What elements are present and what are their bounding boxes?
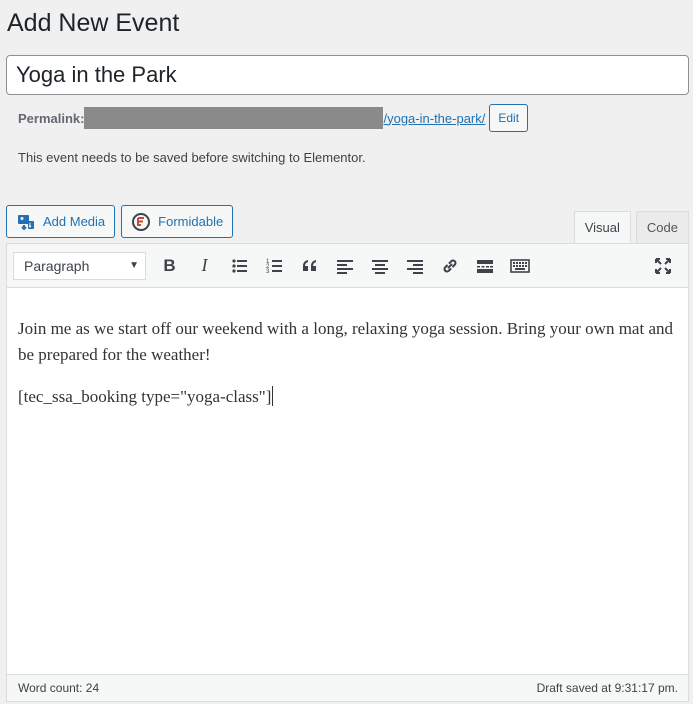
word-count: Word count: 24: [18, 681, 100, 695]
numbered-list-button[interactable]: 1 2 3: [257, 251, 292, 281]
toolbar-toggle-icon: [509, 258, 530, 273]
media-buttons: Add Media Formidable: [6, 205, 234, 238]
formidable-button[interactable]: Formidable: [121, 205, 234, 238]
permalink-slug-link[interactable]: /yoga-in-the-park/: [383, 111, 485, 126]
shortcode-text: [tec_ssa_booking type="yoga-class"]: [18, 387, 272, 406]
post-title-input[interactable]: Yoga in the Park: [6, 55, 689, 95]
elementor-notice: This event needs to be saved before swit…: [18, 150, 366, 165]
format-select-value: Paragraph: [24, 257, 90, 274]
blockquote-icon: [302, 259, 316, 271]
tab-visual[interactable]: Visual: [573, 211, 631, 243]
numbered-list-icon: 1 2 3: [266, 259, 282, 275]
fullscreen-icon: [654, 258, 671, 274]
read-more-button[interactable]: [467, 251, 502, 281]
add-media-icon: [16, 212, 36, 232]
content-paragraph: Join me as we start off our weekend with…: [18, 319, 673, 364]
add-media-button[interactable]: Add Media: [6, 205, 116, 238]
draft-saved-status: Draft saved at 9:31:17 pm.: [536, 681, 678, 695]
align-left-icon: [336, 259, 353, 274]
italic-icon: I: [201, 255, 208, 275]
add-media-label: Add Media: [43, 214, 106, 229]
align-right-icon: [406, 259, 423, 274]
editor-toolbar: Paragraph ▼ B I 1 2 3: [7, 244, 688, 288]
permalink-row: Permalink: /yoga-in-the-park/ Edit: [18, 104, 529, 132]
page-title: Add New Event: [7, 9, 180, 37]
text-caret: [272, 386, 274, 406]
align-center-button[interactable]: [362, 251, 397, 281]
formidable-icon: [131, 212, 151, 232]
permalink-label: Permalink:: [18, 110, 85, 126]
bullet-list-icon: [231, 258, 247, 273]
tab-code[interactable]: Code: [635, 211, 689, 243]
svg-text:3: 3: [266, 269, 270, 275]
permalink-edit-button[interactable]: Edit: [489, 104, 529, 132]
formidable-label: Formidable: [158, 214, 224, 229]
editor-content[interactable]: Join me as we start off our weekend with…: [7, 288, 688, 410]
content-shortcode: [tec_ssa_booking type="yoga-class"]: [18, 384, 677, 410]
editor-statusbar: Word count: 24 Draft saved at 9:31:17 pm…: [7, 674, 688, 701]
link-icon: [443, 259, 456, 272]
align-right-button[interactable]: [397, 251, 432, 281]
italic-button[interactable]: I: [187, 251, 222, 281]
bold-button[interactable]: B: [152, 251, 187, 281]
chevron-down-icon: ▼: [129, 260, 139, 271]
toolbar-toggle-button[interactable]: [502, 251, 537, 281]
fullscreen-button[interactable]: [645, 251, 680, 281]
bold-icon: B: [163, 255, 176, 275]
editor-tabs: Visual Code: [573, 211, 689, 243]
format-select[interactable]: Paragraph ▼: [13, 251, 146, 280]
link-button[interactable]: [432, 251, 467, 281]
classic-editor: Paragraph ▼ B I 1 2 3 Join me as we star…: [6, 243, 689, 702]
align-left-button[interactable]: [327, 251, 362, 281]
read-more-icon: [476, 259, 493, 273]
align-center-icon: [371, 259, 388, 274]
blockquote-button[interactable]: [292, 251, 327, 281]
permalink-redacted-url: [84, 107, 384, 129]
bullet-list-button[interactable]: [222, 251, 257, 281]
